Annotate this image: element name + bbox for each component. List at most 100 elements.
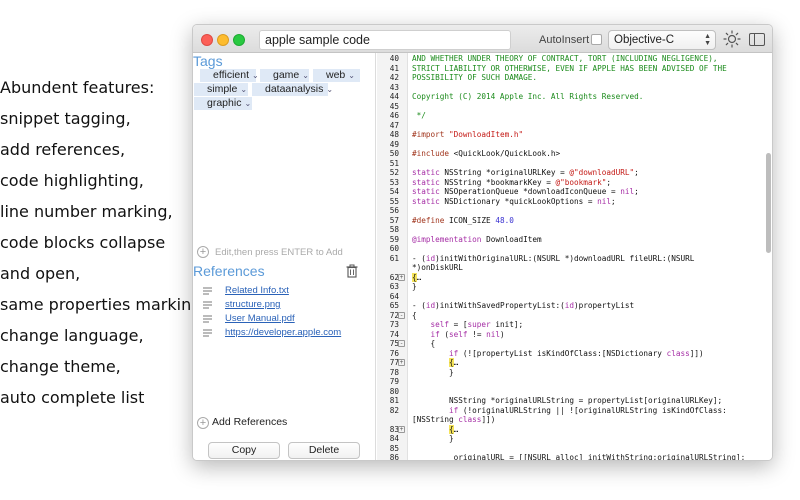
reference-item[interactable]: User Manual.pdf <box>203 313 373 327</box>
code-line[interactable]: 48 #import "DownloadItem.h" <box>377 130 772 140</box>
collapse-fold-icon[interactable]: - <box>398 340 405 347</box>
code-text: @implementation DownloadItem <box>412 235 542 245</box>
code-line[interactable]: 76 if (![propertyList isKindOfClass:[NSD… <box>377 349 772 359</box>
add-tag-icon[interactable]: + <box>197 246 209 258</box>
reference-item[interactable]: Related Info.txt <box>203 285 373 299</box>
reference-link[interactable]: https://developer.apple.com <box>225 327 341 338</box>
reference-link[interactable]: Related Info.txt <box>225 285 289 296</box>
code-text: static NSOperationQueue *downloadIconQue… <box>412 187 639 197</box>
reference-link[interactable]: User Manual.pdf <box>225 313 295 324</box>
code-token: ) <box>499 329 505 339</box>
code-line[interactable]: 44 Copyright (C) 2014 Apple Inc. All Righ… <box>377 92 772 102</box>
add-references-button[interactable]: Add References <box>212 416 287 428</box>
code-line[interactable]: 77 + {… <box>377 358 772 368</box>
code-line[interactable]: 45 <box>377 101 772 112</box>
collapse-fold-icon[interactable]: - <box>398 311 405 319</box>
code-token: )initWithOriginalURL:(NSURL *)downloadUR… <box>435 253 695 263</box>
code-editor[interactable]: 40 AND WHETHER UNDER THEORY OF CONTRACT, … <box>377 53 772 461</box>
line-number: 45 <box>389 101 399 111</box>
tag-input-placeholder[interactable]: Edit,then press ENTER to Add <box>215 247 343 258</box>
reference-link[interactable]: structure.png <box>225 299 280 310</box>
feature-item: code blocks collapse <box>0 233 166 252</box>
code-line[interactable]: 81 NSString *originalURLString = propert… <box>377 396 772 406</box>
code-line[interactable]: 75- { <box>377 339 772 349</box>
zoom-window-button[interactable] <box>233 34 245 46</box>
language-select[interactable]: Objective-C ▲ ▼ <box>608 30 716 50</box>
code-line[interactable]: 49 <box>377 140 772 150</box>
code-text: if (![propertyList isKindOfClass:[NSDict… <box>412 349 704 359</box>
code-line[interactable]: 46 */ <box>377 111 772 121</box>
line-number: 75 <box>389 339 399 348</box>
toggle-sidebar-icon[interactable] <box>749 33 765 46</box>
line-number: 86 <box>389 453 399 461</box>
code-line[interactable]: *)onDiskURL <box>377 263 772 273</box>
code-token: <QuickLook/QuickLook.h> <box>453 149 561 158</box>
code-line[interactable]: 52 static NSString *originalURLKey = @"do… <box>377 168 772 178</box>
line-number: 55 <box>389 196 399 206</box>
code-line[interactable]: 83 + {… <box>377 424 772 435</box>
code-token: static <box>412 177 445 187</box>
autoinsert-checkbox[interactable] <box>591 34 602 45</box>
code-line[interactable]: 86 _originalURL = [[NSURL alloc] initWit… <box>377 453 772 461</box>
code-line[interactable]: 54 static NSOperationQueue *downloadIconQ… <box>377 187 772 197</box>
code-line[interactable]: [NSString class]]) <box>377 415 772 425</box>
code-line[interactable]: 53 static NSString *bookmarkKey = @"bookm… <box>377 177 772 188</box>
code-token: [NSString <box>412 415 459 424</box>
code-line[interactable]: 63} <box>377 282 772 292</box>
code-line[interactable]: 51 <box>377 159 772 169</box>
tag-chip[interactable]: game ⌄ <box>260 69 309 82</box>
code-line[interactable]: 85 <box>377 444 772 454</box>
expand-fold-icon[interactable]: + <box>398 359 405 366</box>
tag-chip[interactable]: dataanalysis ⌄ <box>252 83 333 96</box>
code-line[interactable]: 64 <box>377 292 772 302</box>
snippet-title-field[interactable]: apple sample code <box>259 30 511 50</box>
code-line[interactable]: 72-{ <box>377 311 772 321</box>
copy-button[interactable]: Copy <box>208 442 280 459</box>
expand-fold-icon[interactable]: + <box>398 273 405 281</box>
code-token: _originalURL = [[NSURL alloc] initWithSt… <box>412 453 746 461</box>
code-line[interactable]: 73 self = [super init]; <box>377 320 772 330</box>
code-line[interactable]: 55 static NSDictionary *quickLookOptions … <box>377 196 772 207</box>
code-line[interactable]: 78 } <box>377 368 772 378</box>
minimize-window-button[interactable] <box>217 34 229 46</box>
close-window-button[interactable] <box>201 34 213 46</box>
code-line[interactable]: 82 if (!originalURLString || ![originalU… <box>377 406 772 416</box>
code-token: @implementation <box>412 234 487 244</box>
code-line[interactable]: 56 <box>377 206 772 216</box>
document-icon <box>203 301 212 309</box>
code-line[interactable]: 47 <box>377 121 772 131</box>
tag-chip[interactable]: web ⌄ <box>313 69 360 82</box>
code-token: if <box>449 348 459 358</box>
code-line[interactable]: 84 } <box>377 434 772 444</box>
code-token: #import <box>412 130 450 139</box>
code-line[interactable]: 65- (id)initWithSavedPropertyList:(id)pr… <box>377 301 772 311</box>
tag-chip[interactable]: efficient ⌄ <box>200 69 259 82</box>
code-line[interactable]: 62 + {… <box>377 272 772 283</box>
reference-item[interactable]: https://developer.apple.com <box>203 327 373 341</box>
add-reference-icon[interactable]: + <box>197 417 209 429</box>
code-line[interactable]: 59 @implementation DownloadItem <box>377 235 772 245</box>
code-line[interactable]: 61 - (id)initWithOriginalURL:(NSURL *)dow… <box>377 253 772 264</box>
delete-button[interactable]: Delete <box>288 442 360 459</box>
tag-chip[interactable]: graphic ⌄ <box>194 97 252 110</box>
feature-item: snippet tagging, <box>0 109 131 128</box>
code-line[interactable]: 43 <box>377 83 772 93</box>
trash-icon[interactable] <box>345 264 359 278</box>
code-line[interactable]: 79 <box>377 377 772 387</box>
code-line[interactable]: 60 <box>377 244 772 254</box>
code-line[interactable]: 41 STRICT LIABILITY OR OTHERWISE, EVEN IF… <box>377 64 772 74</box>
theme-sun-icon[interactable] <box>723 30 741 48</box>
tag-chip[interactable]: simple ⌄ <box>194 83 248 96</box>
code-line[interactable]: 42 POSSIBILITY OF SUCH DAMAGE. <box>377 73 772 83</box>
reference-item[interactable]: structure.png <box>203 299 373 313</box>
code-line[interactable]: 50 #include <QuickLook/QuickLook.h> <box>377 149 772 159</box>
code-text: } <box>412 282 417 292</box>
code-token: init]; <box>490 320 524 329</box>
code-line[interactable]: 57 #define ICON_SIZE 48.0 <box>377 216 772 226</box>
expand-fold-icon[interactable]: + <box>398 425 405 433</box>
feature-item: change theme, <box>0 357 121 376</box>
code-line[interactable]: 74 if (self != nil) <box>377 329 772 340</box>
code-line[interactable]: 40 AND WHETHER UNDER THEORY OF CONTRACT, … <box>377 54 772 64</box>
code-line[interactable]: 80 <box>377 387 772 397</box>
code-line[interactable]: 58 <box>377 225 772 235</box>
